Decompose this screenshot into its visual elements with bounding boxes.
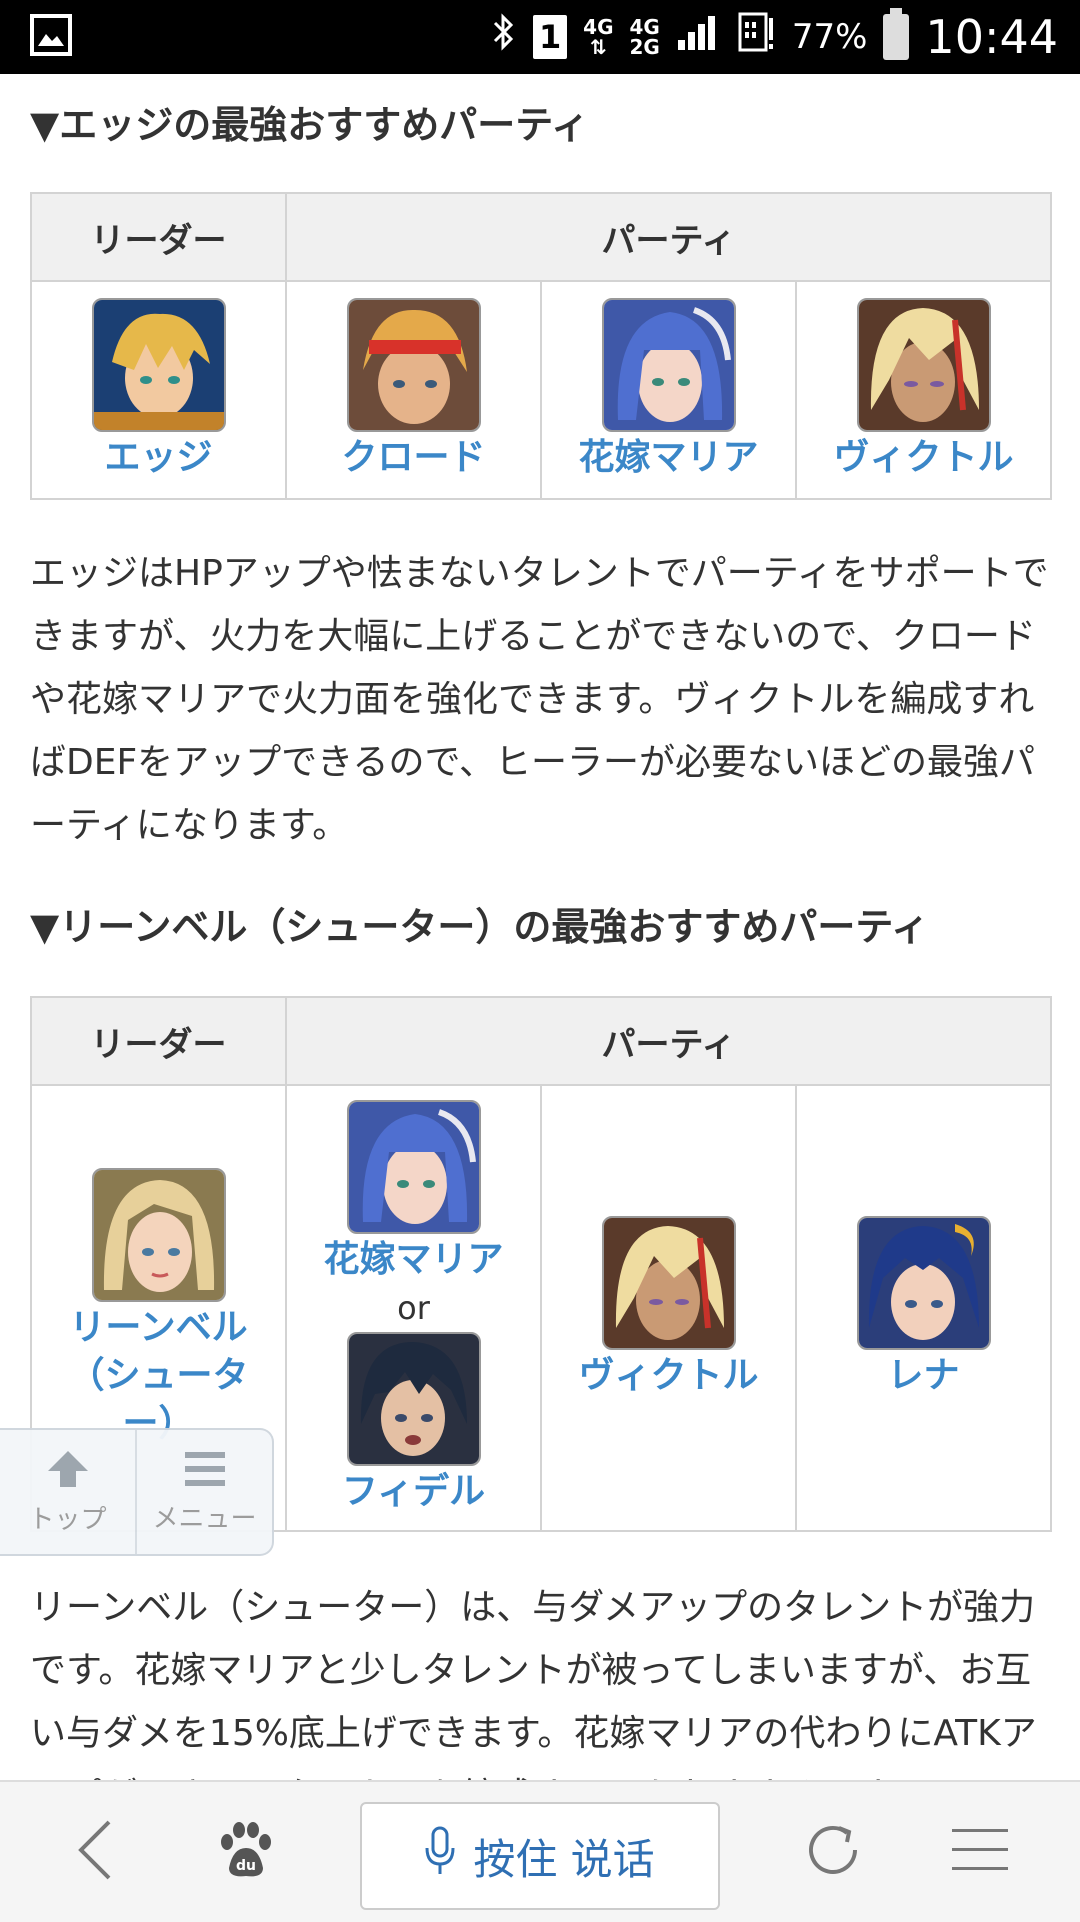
- sim-indicator: 1: [533, 15, 568, 59]
- description-edge: エッジはHPアップや怯まないタレントでパーティをサポートできますが、火力を大幅に…: [30, 553, 1049, 846]
- microphone-icon: [425, 1826, 455, 1886]
- character-name[interactable]: クロード: [341, 434, 485, 482]
- party-cell: ヴィクトル: [794, 280, 1053, 500]
- party-cell: ヴィクトル: [540, 1084, 797, 1532]
- refresh-icon: [801, 1818, 865, 1886]
- victor-portrait: [856, 298, 991, 432]
- floating-nav: トップ メニュー: [0, 1428, 274, 1556]
- baidu-home-button[interactable]: du: [190, 1782, 300, 1922]
- status-bar: 1 4G ⇅ 4G 2G 77% 10:44: [0, 0, 1080, 74]
- character-link[interactable]: 花嫁マリア: [543, 298, 794, 482]
- top-label: トップ: [28, 1504, 107, 1535]
- character-link[interactable]: ヴィクトル: [543, 1216, 794, 1400]
- image-icon: [30, 14, 72, 56]
- bride-maria-portrait: [346, 1100, 481, 1234]
- character-name[interactable]: 花嫁マリア: [323, 1236, 503, 1284]
- network-4g-2g: 4G 2G: [629, 15, 660, 59]
- leader-cell: エッジ: [30, 280, 287, 500]
- or-label: or: [397, 1289, 430, 1327]
- description-leanbell: リーンベル（シューター）は、与ダメアップのタレントが強力です。花嫁マリアと少しタ…: [30, 1587, 1037, 1780]
- voice-label: 按住 说话: [473, 1834, 655, 1884]
- character-link[interactable]: リーンベル（シューター）: [33, 1168, 284, 1448]
- bluetooth-icon: [491, 11, 517, 63]
- character-name[interactable]: 花嫁マリア: [578, 434, 758, 482]
- menu-button[interactable]: メニュー: [135, 1430, 272, 1554]
- menu-label: メニュー: [152, 1503, 257, 1534]
- victor-portrait: [601, 1216, 736, 1350]
- claude-portrait: [346, 298, 481, 432]
- back-button[interactable]: [40, 1782, 150, 1922]
- svg-text:du: du: [236, 1858, 256, 1874]
- edge-portrait: [91, 298, 226, 432]
- menu-icon: [183, 1450, 227, 1492]
- column-header-leader: リーダー: [30, 192, 287, 282]
- column-header-leader: リーダー: [30, 996, 287, 1086]
- character-link[interactable]: クロード: [288, 298, 539, 482]
- hamburger-icon: [950, 1825, 1010, 1879]
- party-cell: 花嫁マリア: [540, 280, 797, 500]
- character-name[interactable]: フィデル: [342, 1468, 485, 1516]
- character-name[interactable]: レナ: [888, 1352, 960, 1400]
- column-header-party: パーティ: [284, 996, 1053, 1086]
- back-icon: [75, 1818, 115, 1886]
- browser-bottom-bar: du 按住 说话: [0, 1780, 1080, 1922]
- party-cell: レナ: [794, 1084, 1053, 1532]
- network-4g: 4G ⇅: [583, 15, 614, 59]
- data-saver-icon: [736, 10, 776, 64]
- character-link[interactable]: エッジ: [33, 298, 284, 482]
- arrow-up-icon: [46, 1449, 90, 1493]
- party-cell: クロード: [285, 280, 542, 500]
- signal-icon: [676, 12, 720, 62]
- party-table-edge: リーダー パーティ エッジ クロード 花嫁マリア ヴィクトル: [30, 192, 1053, 500]
- character-name[interactable]: リーンベル（シューター）: [44, 1304, 274, 1448]
- bride-maria-portrait: [601, 298, 736, 432]
- paw-icon: du: [213, 1818, 277, 1886]
- character-link[interactable]: 花嫁マリア or フィデル: [288, 1100, 539, 1516]
- character-link[interactable]: レナ: [798, 1216, 1049, 1400]
- character-name[interactable]: エッジ: [104, 434, 212, 482]
- section-heading-leanbell: ▼リーンベル（シューター）の最強おすすめパーティ: [30, 905, 930, 949]
- battery-icon: [883, 8, 910, 60]
- refresh-button[interactable]: [778, 1782, 888, 1922]
- clock: 10:44: [925, 10, 1058, 64]
- scroll-top-button[interactable]: トップ: [0, 1430, 135, 1554]
- battery-percent: 77%: [791, 17, 868, 57]
- character-name[interactable]: ヴィクトル: [834, 434, 1014, 482]
- character-name[interactable]: ヴィクトル: [578, 1352, 758, 1400]
- leanbell-portrait: [91, 1168, 226, 1302]
- browser-menu-button[interactable]: [925, 1782, 1035, 1922]
- rena-portrait: [856, 1216, 991, 1350]
- character-link[interactable]: ヴィクトル: [798, 298, 1049, 482]
- column-header-party: パーティ: [284, 192, 1053, 282]
- fidel-portrait: [346, 1332, 481, 1466]
- voice-input-button[interactable]: 按住 说话: [360, 1802, 720, 1910]
- party-cell: 花嫁マリア or フィデル: [285, 1084, 542, 1532]
- section-heading-edge: ▼エッジの最強おすすめパーティ: [30, 103, 589, 147]
